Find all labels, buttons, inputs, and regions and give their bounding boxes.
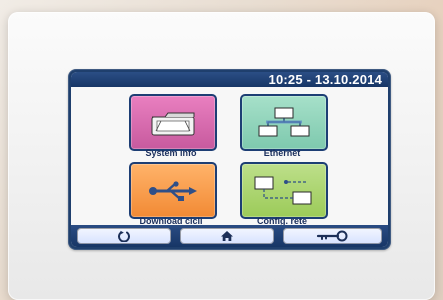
- home-icon: [221, 231, 233, 241]
- back-icon: [118, 230, 130, 242]
- key-button[interactable]: [283, 228, 382, 244]
- ethernet-label: Ethernet: [263, 148, 301, 158]
- system-info-label: System info: [145, 148, 197, 158]
- ethernet-tile[interactable]: [240, 94, 328, 151]
- bottom-nav-bar: [71, 225, 388, 247]
- touch-screen: 10:25 - 13.10.2014 System info Ethernet …: [71, 72, 388, 247]
- device-scene: 10:25 - 13.10.2014 System info Ethernet …: [0, 0, 443, 300]
- status-bar: 10:25 - 13.10.2014: [71, 72, 388, 87]
- key-icon: [316, 230, 347, 242]
- network-settings-icon: [254, 176, 312, 204]
- usb-icon: [149, 180, 197, 201]
- download-cicli-tile[interactable]: [129, 162, 217, 219]
- home-button[interactable]: [180, 228, 274, 244]
- back-button[interactable]: [77, 228, 171, 244]
- folder-icon: [151, 112, 195, 135]
- network-icon: [258, 107, 310, 136]
- time-date: 10:25 - 13.10.2014: [268, 72, 382, 87]
- system-info-tile[interactable]: [129, 94, 217, 151]
- config-rete-tile[interactable]: [240, 162, 328, 219]
